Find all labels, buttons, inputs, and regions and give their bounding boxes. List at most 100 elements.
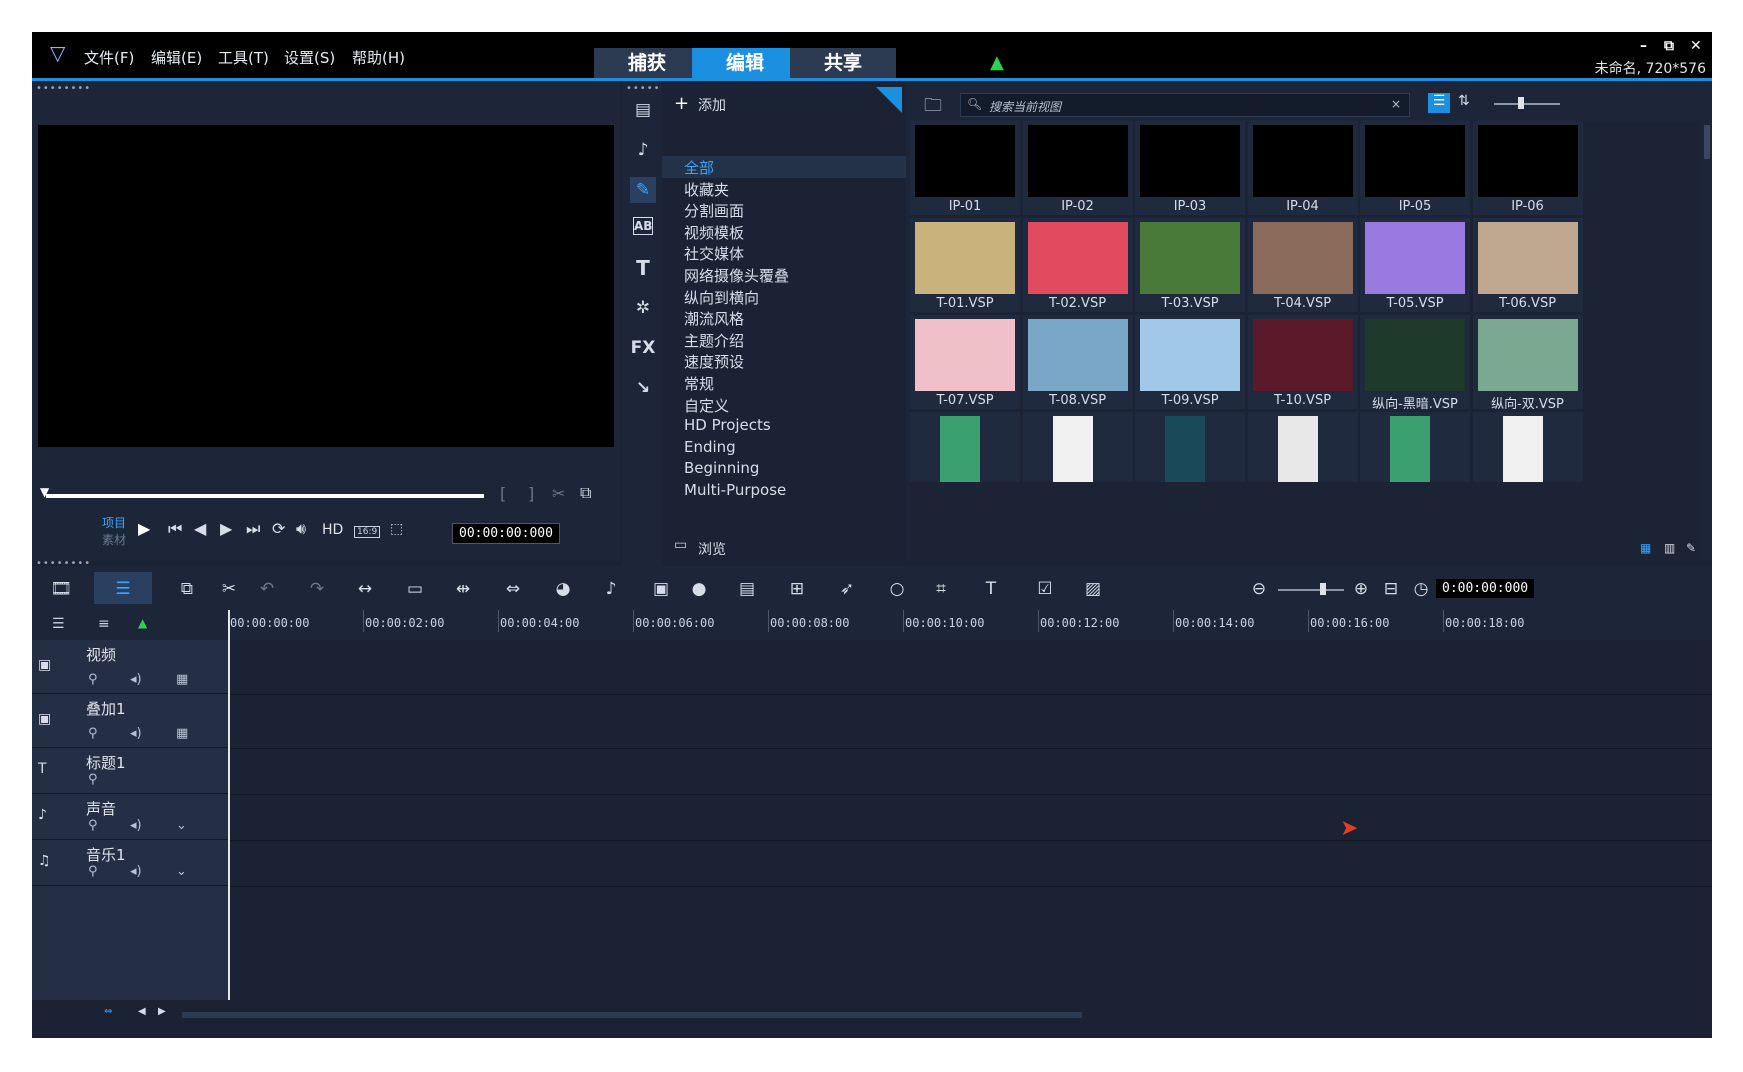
tools-icon[interactable]: ✂ — [216, 576, 242, 602]
check-icon[interactable]: ☑ — [1032, 576, 1058, 602]
redo-icon[interactable]: ↷ — [304, 576, 330, 602]
template-thumbnail[interactable]: T-08.VSP — [1022, 315, 1133, 409]
track-manager-icon[interactable]: ☰ — [52, 616, 65, 632]
clock-icon[interactable]: ◷ — [1408, 576, 1434, 602]
link-icon[interactable]: ⚲ — [88, 772, 98, 787]
play-icon[interactable]: ▶ — [138, 519, 150, 538]
category-item[interactable]: 分割画面 — [684, 200, 744, 221]
edit-panel-icon[interactable]: ✎ — [1686, 541, 1696, 555]
template-thumbnail[interactable]: T-01.VSP — [910, 218, 1020, 312]
expand-icon[interactable]: ⌄ — [176, 818, 187, 833]
mode-clip[interactable]: 素材 — [102, 531, 126, 548]
storyboard-view-icon[interactable]: 🎞︎ — [48, 576, 74, 602]
view-mode-icon[interactable]: ▦ — [1640, 541, 1651, 555]
category-item[interactable]: 网络摄像头覆叠 — [684, 265, 789, 286]
link-icon[interactable]: ⚲ — [88, 726, 98, 741]
restore-button[interactable]: ⧉ — [1664, 38, 1674, 54]
zoom-slider-handle[interactable] — [1320, 583, 1326, 595]
filter-icon[interactable]: FX — [630, 335, 656, 361]
template-thumbnail[interactable] — [1360, 412, 1470, 482]
category-item[interactable]: Beginning — [684, 459, 759, 477]
add-icon[interactable]: + — [674, 93, 689, 114]
menu-help[interactable]: 帮助(H) — [352, 47, 405, 68]
template-thumbnail[interactable]: T-10.VSP — [1247, 315, 1358, 409]
menu-edit[interactable]: 编辑(E) — [151, 47, 202, 68]
panel-layout-icon[interactable]: ▥ — [1664, 541, 1675, 555]
multicam-icon[interactable]: ▣ — [648, 576, 674, 602]
tab-capture[interactable]: 捕获 — [594, 48, 700, 78]
mask-icon[interactable]: ● — [686, 576, 712, 602]
template-thumbnail[interactable] — [1022, 412, 1133, 482]
template-thumbnail[interactable] — [1247, 412, 1358, 482]
menu-tools[interactable]: 工具(T) — [218, 47, 269, 68]
template-thumbnail[interactable]: 纵向-双.VSP — [1472, 315, 1583, 412]
template-icon[interactable]: ✎ — [630, 177, 656, 203]
add-button[interactable]: 添加 — [698, 95, 726, 115]
grid-icon[interactable]: ⊞ — [784, 576, 810, 602]
menu-settings[interactable]: 设置(S) — [284, 47, 335, 68]
title-icon[interactable]: T — [630, 255, 656, 281]
template-thumbnail[interactable]: T-02.VSP — [1022, 218, 1133, 312]
mute-icon[interactable]: ◂) — [130, 864, 142, 879]
skip-start-icon[interactable]: ⏮ — [168, 519, 182, 539]
mark-out-icon[interactable]: ] — [528, 484, 534, 503]
category-item[interactable]: 主题介绍 — [684, 330, 744, 351]
track-header[interactable]: ♫ 音乐1 ⚲ ◂) ⌄ — [32, 840, 228, 886]
category-item[interactable]: 潮流风格 — [684, 308, 744, 329]
category-item[interactable]: 纵向到横向 — [684, 287, 759, 308]
chapter-icon[interactable]: ≡ — [98, 616, 110, 632]
track-header[interactable]: ▣ 视频 ⚲ ◂) ▦ — [32, 640, 228, 694]
next-frame-icon[interactable]: ▶ — [220, 519, 232, 538]
time-ruler[interactable]: 00:00:00:00 00:00:02:00 00:00:04:00 00:00:0… — [228, 610, 1712, 640]
thumb-size-slider[interactable] — [1494, 103, 1560, 105]
enlarge-icon[interactable]: ⧉ — [580, 483, 591, 503]
template-thumbnail[interactable]: IP-04 — [1247, 121, 1358, 215]
category-item[interactable]: 常规 — [684, 373, 714, 394]
repeat-icon[interactable]: ⟳ — [272, 519, 285, 538]
template-thumbnail[interactable]: T-09.VSP — [1135, 315, 1245, 409]
track-header[interactable]: T 标题1 ⚲ — [32, 748, 228, 794]
library-scrollbar[interactable] — [1704, 125, 1710, 159]
sort-icon[interactable]: ⇅ — [1458, 93, 1470, 109]
template-thumbnail[interactable]: IP-05 — [1360, 121, 1470, 215]
category-item[interactable]: 社交媒体 — [684, 243, 744, 264]
thumb-size-handle[interactable] — [1518, 97, 1524, 109]
template-thumbnail[interactable] — [910, 412, 1020, 482]
mute-icon[interactable]: ◂) — [130, 818, 142, 833]
template-thumbnail[interactable]: T-06.VSP — [1472, 218, 1583, 312]
list-view-icon[interactable]: ☰ — [1428, 93, 1450, 113]
mark-in-icon[interactable]: [ — [500, 484, 506, 503]
split-icon[interactable]: ✂ — [552, 484, 565, 503]
category-item[interactable]: HD Projects — [684, 416, 771, 434]
transition-icon[interactable]: AB — [633, 217, 653, 235]
template-thumbnail[interactable]: IP-06 — [1472, 121, 1583, 215]
fit-icon[interactable]: ↔ — [352, 576, 378, 602]
ripple-edit-icon[interactable]: ▲ — [138, 616, 147, 630]
track-motion-icon[interactable]: ⌗ — [928, 576, 954, 602]
instant-project-icon[interactable]: ♪ — [630, 137, 656, 163]
template-thumbnail[interactable]: T-05.VSP — [1360, 218, 1470, 312]
subtitle-icon[interactable]: ▤ — [734, 576, 760, 602]
timeline-zoom-icon[interactable]: ⇔ — [104, 1006, 112, 1017]
timeline-view-icon[interactable]: ☰ — [110, 576, 136, 602]
mute-icon[interactable]: ◂) — [130, 726, 142, 741]
template-thumbnail[interactable] — [1472, 412, 1583, 482]
template-thumbnail[interactable]: T-07.VSP — [910, 315, 1020, 409]
zoom-in-icon[interactable]: ⊕ — [1348, 576, 1374, 602]
playhead[interactable] — [228, 610, 230, 1000]
expand-icon[interactable]: ⌄ — [176, 864, 187, 879]
volume-icon[interactable]: 🔊︎ — [296, 519, 306, 539]
tab-share[interactable]: 共享 — [790, 48, 896, 78]
template-thumbnail[interactable]: T-04.VSP — [1247, 218, 1358, 312]
mute-icon[interactable]: ◂) — [130, 672, 142, 687]
close-button[interactable]: ✕ — [1690, 38, 1702, 54]
link-icon[interactable]: ⚲ — [88, 818, 98, 833]
vertical-scrollbar[interactable] — [1528, 646, 1534, 956]
timeline-timecode[interactable]: 0:00:00:000 — [1436, 579, 1535, 598]
3d-title-icon[interactable]: T — [978, 576, 1004, 602]
upload-arrow-icon[interactable]: ▲ — [990, 52, 1004, 73]
zoom-out-icon[interactable]: ⊖ — [1246, 576, 1272, 602]
template-thumbnail[interactable]: T-03.VSP — [1135, 218, 1245, 312]
category-item[interactable]: 收藏夹 — [684, 179, 729, 200]
rotate-icon[interactable]: ○ — [884, 576, 910, 602]
